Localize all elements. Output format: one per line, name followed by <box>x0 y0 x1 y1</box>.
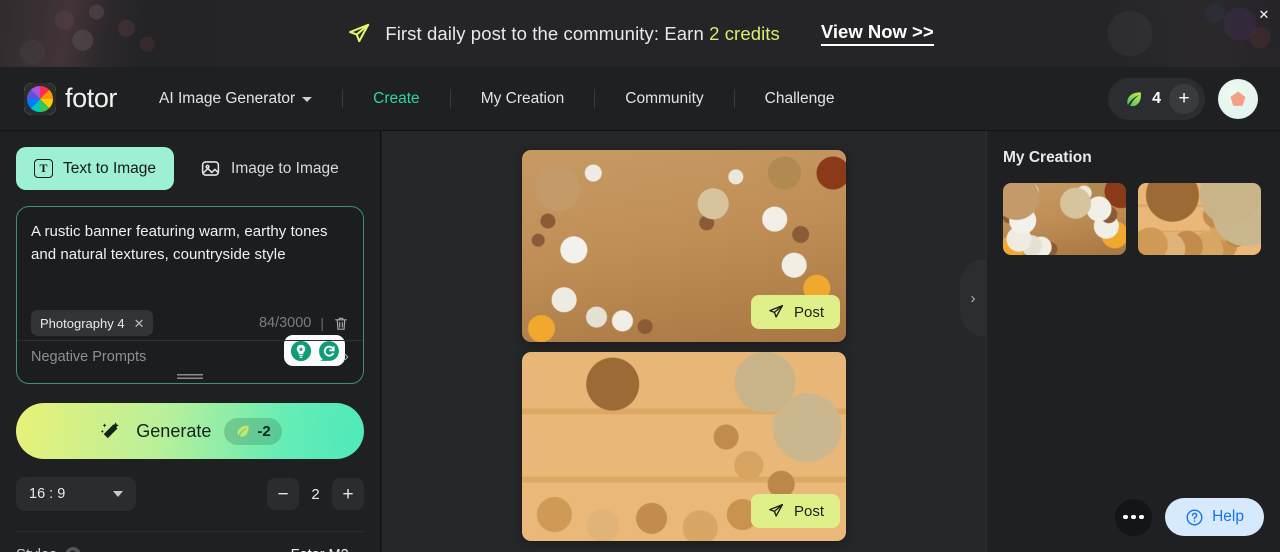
help-button[interactable]: Help <box>1165 498 1264 536</box>
help-icon[interactable]: ? <box>64 546 81 552</box>
add-credits-button[interactable]: + <box>1169 83 1199 114</box>
char-counter: 84/3000 <box>258 315 312 331</box>
chevron-down-icon <box>302 97 313 102</box>
leaf-icon <box>1124 89 1144 109</box>
aspect-ratio-select[interactable]: 16 : 9 <box>16 477 136 511</box>
prompt-input[interactable]: A rustic banner featuring warm, earthy t… <box>31 221 349 266</box>
tab-image-to-image[interactable]: Image to Image <box>182 147 357 190</box>
credits-badge[interactable]: 4 + <box>1108 77 1205 120</box>
top-navigation: fotor AI Image Generator Create My Creat… <box>0 67 1280 131</box>
tab-text-to-image[interactable]: T Text to Image <box>16 147 175 190</box>
panel-footer-actions: Help <box>1115 498 1264 536</box>
my-creation-panel: My Creation Help <box>986 131 1280 552</box>
generate-cost-value: -2 <box>257 422 271 440</box>
trash-icon[interactable] <box>333 315 349 332</box>
negative-prompts-label: Negative Prompts <box>31 348 147 365</box>
nav-divider <box>594 89 596 108</box>
image-icon <box>200 158 221 179</box>
text-icon: T <box>34 159 53 178</box>
promo-highlight: 2 credits <box>709 22 780 44</box>
style-chip-label: Photography 4 <box>40 315 125 331</box>
post-label: Post <box>793 502 824 520</box>
avatar-shape-icon <box>1230 91 1246 106</box>
post-label: Post <box>793 303 824 321</box>
post-button[interactable]: Post <box>750 295 840 329</box>
close-icon[interactable]: ✕ <box>1256 7 1272 23</box>
leaf-icon <box>235 423 251 439</box>
generator-settings-panel: T Text to Image Image to Image A rustic … <box>0 131 381 552</box>
promo-banner: First daily post to the community: Earn … <box>0 0 1280 67</box>
nav-item-community[interactable]: Community <box>624 90 704 108</box>
view-now-link[interactable]: View Now >> <box>820 21 934 46</box>
fotor-logo[interactable]: fotor <box>24 82 118 115</box>
prompt-counter-group: 84/3000 | <box>259 315 349 332</box>
generate-button[interactable]: Generate -2 <box>16 403 364 459</box>
nav-items: AI Image Generator Create My Creation Co… <box>158 89 835 108</box>
generated-image-card[interactable]: Post <box>522 352 846 541</box>
styles-selector[interactable]: Fotor M2 › <box>291 546 364 552</box>
dot <box>1123 514 1128 520</box>
generate-label: Generate <box>136 420 212 441</box>
image-count-stepper: − 2 + <box>267 478 364 510</box>
creation-thumbnail[interactable] <box>1138 183 1261 255</box>
nav-label: My Creation <box>480 89 565 107</box>
counter-divider: | <box>320 315 324 331</box>
chevron-right-icon: › <box>359 546 364 552</box>
mode-tabs: T Text to Image Image to Image <box>16 147 364 190</box>
question-circle-icon <box>1185 508 1204 527</box>
panel-collapse-button[interactable]: › <box>960 259 986 337</box>
styles-row: Styles ? Fotor M2 › <box>16 531 364 552</box>
chevron-right-icon: › <box>343 347 349 365</box>
prompt-footer: Photography 4 ✕ 84/3000 | <box>31 310 349 336</box>
credits-value: 4 <box>1152 89 1161 107</box>
nav-label: AI Image Generator <box>159 89 296 107</box>
send-icon <box>767 303 785 321</box>
magic-wand-icon <box>98 419 123 444</box>
creation-thumbnail[interactable] <box>1003 183 1126 255</box>
panel-title: My Creation <box>1003 149 1092 166</box>
send-icon <box>767 502 785 520</box>
tab-label: Text to Image <box>63 159 157 177</box>
more-dots-icon[interactable] <box>1115 498 1153 536</box>
styles-value: Fotor M2 <box>291 547 349 552</box>
nav-divider <box>449 89 451 108</box>
fotor-logo-icon <box>24 82 56 115</box>
nav-item-ai-image-generator[interactable]: AI Image Generator <box>158 90 313 108</box>
ratio-and-count-row: 16 : 9 − 2 + <box>16 477 364 511</box>
results-canvas: Post Post › <box>382 131 986 552</box>
paper-plane-icon <box>346 21 372 47</box>
nav-label: Community <box>625 89 704 107</box>
chevron-down-icon <box>113 491 123 497</box>
nav-divider <box>342 89 344 108</box>
post-button[interactable]: Post <box>750 494 840 528</box>
nav-label: Create <box>373 89 420 107</box>
fotor-ai-image-generator-page: First daily post to the community: Earn … <box>0 0 1280 552</box>
dot <box>1139 514 1144 520</box>
resize-handle[interactable] <box>177 374 203 379</box>
image-count-value: 2 <box>311 485 320 503</box>
increase-count-button[interactable]: + <box>332 478 364 510</box>
help-label: Help <box>1212 508 1244 525</box>
brand-name: fotor <box>65 83 118 113</box>
tab-label: Image to Image <box>231 159 339 177</box>
nav-item-challenge[interactable]: Challenge <box>764 90 836 108</box>
dot <box>1131 514 1136 520</box>
nav-right-cluster: 4 + <box>1108 77 1258 120</box>
avatar[interactable] <box>1218 78 1258 119</box>
close-icon[interactable]: ✕ <box>134 317 145 330</box>
generated-image-card[interactable]: Post <box>522 150 846 342</box>
nav-item-create[interactable]: Create <box>372 90 421 108</box>
nav-item-my-creation[interactable]: My Creation <box>480 90 566 108</box>
decrease-count-button[interactable]: − <box>267 478 299 510</box>
styles-label: Styles <box>16 546 57 552</box>
negative-prompts-row[interactable]: Negative Prompts › <box>17 340 363 372</box>
style-chip[interactable]: Photography 4 ✕ <box>31 310 154 336</box>
promo-text: First daily post to the community: Earn … <box>385 22 780 44</box>
prompt-box[interactable]: A rustic banner featuring warm, earthy t… <box>16 206 364 384</box>
nav-label: Challenge <box>764 89 835 107</box>
creation-thumbnails <box>1003 183 1264 255</box>
nav-divider <box>733 89 735 108</box>
generate-cost-badge: -2 <box>224 417 282 445</box>
aspect-ratio-value: 16 : 9 <box>29 486 66 502</box>
